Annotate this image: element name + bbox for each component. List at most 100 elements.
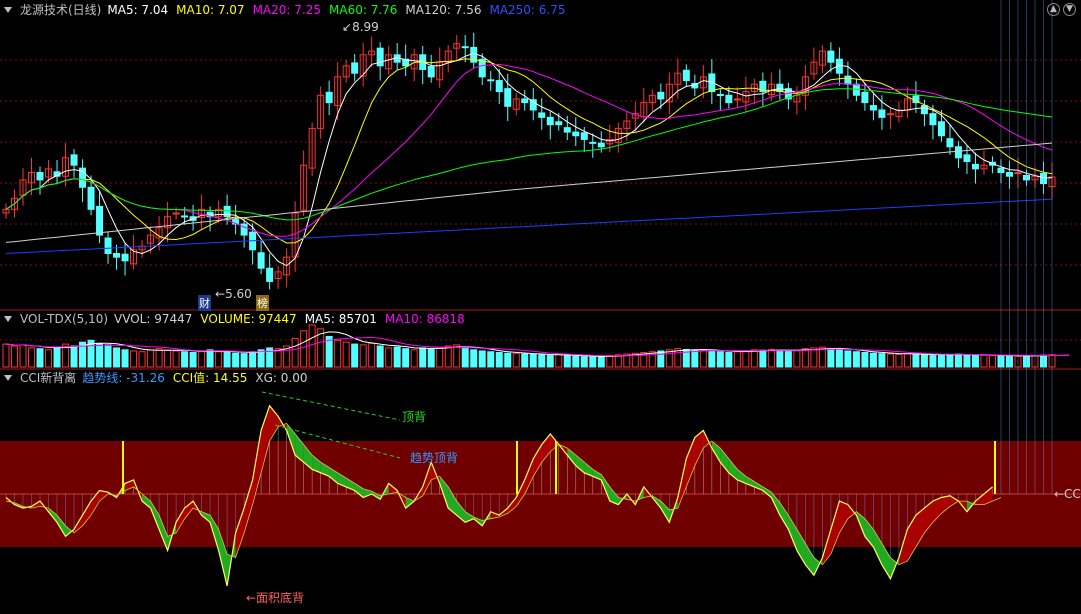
volume-bar xyxy=(869,352,877,368)
volume-bar xyxy=(810,347,818,368)
chevron-down-icon[interactable]: ▼ xyxy=(1063,3,1076,16)
volume-bar xyxy=(512,353,520,368)
candle-body xyxy=(589,141,597,144)
collapse-price-panel-icon[interactable] xyxy=(4,7,12,13)
volume-bar xyxy=(793,349,801,368)
volume-bar xyxy=(784,350,792,368)
volume-bar xyxy=(801,348,809,368)
finance-badge[interactable]: 财 xyxy=(198,295,211,311)
volume-bar xyxy=(385,347,393,368)
volume-bar xyxy=(572,355,580,368)
volume-bar xyxy=(28,347,36,368)
volume-bar xyxy=(555,354,563,368)
volume-bar xyxy=(495,351,503,368)
volume-bar xyxy=(240,353,248,368)
candle-body xyxy=(538,112,546,118)
ma10-line xyxy=(5,58,1053,244)
volume-bar xyxy=(742,350,750,368)
volume-bar xyxy=(189,351,197,368)
volume-bar xyxy=(725,351,733,368)
volume-bar xyxy=(410,349,418,368)
volume-bar xyxy=(691,349,699,368)
volume-title: VOL-TDX(5,10) xyxy=(20,312,109,326)
volume-bar xyxy=(861,351,869,368)
candle-body xyxy=(70,154,78,166)
candle-body xyxy=(87,186,95,210)
collapse-cci-panel-icon[interactable] xyxy=(4,375,12,381)
candle-body xyxy=(963,154,971,162)
price-indicator: MA20: 7.25 xyxy=(252,3,321,17)
volume-bar xyxy=(172,350,180,368)
chevron-up-icon[interactable]: ▲ xyxy=(1047,3,1060,16)
candle-body xyxy=(971,163,979,170)
volume-bar xyxy=(580,356,588,368)
ma5-line xyxy=(5,52,1053,267)
cci-edge-label: ←CC xyxy=(1054,487,1081,501)
volume-bar xyxy=(138,351,146,368)
volume-bar xyxy=(699,349,707,368)
price-indicator: MA60: 7.76 xyxy=(329,3,398,17)
trend-top-divergence-label: 趋势顶背 xyxy=(410,451,459,465)
candle-body xyxy=(682,69,690,82)
candle-body xyxy=(733,98,741,101)
volume-bar xyxy=(2,343,10,368)
candle-body xyxy=(878,109,886,118)
ma60-line xyxy=(5,88,1053,221)
volume-bar xyxy=(181,351,189,368)
volume-bar xyxy=(589,356,597,368)
candle-body xyxy=(716,94,724,97)
volume-bar xyxy=(393,346,401,368)
volume-bar xyxy=(155,348,163,368)
volume-bar xyxy=(334,339,342,368)
volume-bar xyxy=(597,355,605,368)
volume-bar xyxy=(359,344,367,368)
volume-bar xyxy=(130,350,138,368)
price-indicator: MA5: 7.04 xyxy=(107,3,169,17)
volume-bar xyxy=(461,347,469,368)
low-price-label: ←5.60 xyxy=(215,287,252,301)
collapse-volume-panel-icon[interactable] xyxy=(4,316,12,322)
volume-bar xyxy=(96,342,104,368)
volume-bar xyxy=(70,345,78,368)
volume-bar xyxy=(946,353,954,368)
volume-bar xyxy=(291,337,299,368)
volume-bar xyxy=(733,351,741,368)
volume-bar xyxy=(606,355,614,368)
candle-body xyxy=(113,252,121,258)
volume-indicator: MA5: 85701 xyxy=(304,312,377,326)
volume-bar xyxy=(963,354,971,368)
volume-bar xyxy=(716,351,724,368)
cci-title: CCI新背离 xyxy=(20,371,77,385)
candle-body xyxy=(937,121,945,137)
price-indicator: MA250: 6.75 xyxy=(489,3,566,17)
candle-body xyxy=(121,253,129,262)
volume-bar xyxy=(529,353,537,368)
candle-body xyxy=(546,116,554,126)
ma120-line xyxy=(5,142,1053,243)
volume-indicator: MA10: 86818 xyxy=(384,312,465,326)
volume-bar xyxy=(36,348,44,368)
cci-ribbon xyxy=(881,543,891,579)
candle-body xyxy=(427,66,435,78)
volume-bar xyxy=(147,349,155,368)
volume-bar xyxy=(920,354,928,368)
volume-bar xyxy=(895,353,903,368)
list-badge[interactable]: 榜 xyxy=(256,295,269,311)
candle-body xyxy=(266,267,274,282)
volume-bar xyxy=(835,349,843,368)
volume-bar xyxy=(937,354,945,368)
volume-bar xyxy=(444,345,452,368)
candle-body xyxy=(351,62,359,74)
volume-bar xyxy=(300,330,308,368)
candle-body xyxy=(521,98,529,104)
volume-bar xyxy=(759,349,767,368)
volume-bar xyxy=(487,351,495,368)
volume-bar xyxy=(11,345,19,368)
volume-bar xyxy=(223,351,231,368)
candle-body xyxy=(257,252,265,269)
price-indicator: MA120: 7.56 xyxy=(405,3,482,17)
volume-bar xyxy=(113,347,121,368)
volume-bar xyxy=(563,355,571,368)
volume-bar xyxy=(767,348,775,368)
candle-body xyxy=(36,172,44,181)
